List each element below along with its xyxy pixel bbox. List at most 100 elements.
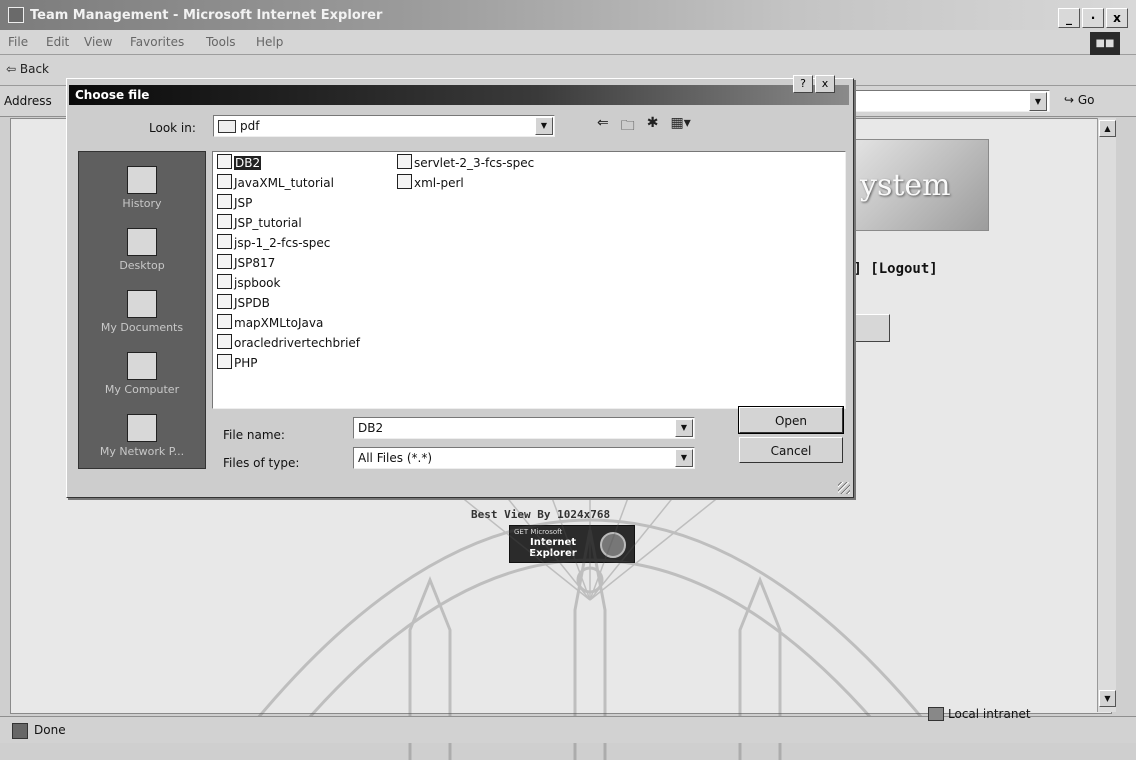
file-item[interactable]: servlet-2_3-fcs-spec (397, 154, 534, 170)
pdf-file-icon (397, 154, 412, 169)
get-ie-badge[interactable]: GET Microsoft Internet Explorer (509, 525, 635, 563)
look-in-value: pdf (240, 119, 260, 133)
file-item[interactable]: mapXMLtoJava (217, 314, 323, 330)
file-item[interactable]: JSP817 (217, 254, 275, 270)
pdf-file-icon (217, 214, 232, 229)
pdf-file-icon (217, 234, 232, 249)
best-view-text: Best View By 1024x768 (471, 508, 611, 521)
address-label: Address (4, 94, 52, 108)
file-item[interactable]: JSP_tutorial (217, 214, 302, 230)
page-button[interactable] (854, 314, 890, 342)
file-item[interactable]: JSPDB (217, 294, 270, 310)
pdf-file-icon (217, 174, 232, 189)
file-name-label: File name: (223, 428, 285, 442)
menu-file[interactable]: File (8, 35, 28, 49)
system-banner: ystem (849, 139, 989, 231)
pdf-file-icon (217, 194, 232, 209)
places-bar: History Desktop My Documents My Computer… (78, 151, 206, 469)
dialog-title: Choose file (75, 88, 150, 102)
my-computer-icon (127, 352, 157, 380)
place-my-computer[interactable]: My Computer (79, 352, 205, 396)
pdf-file-icon (397, 174, 412, 189)
open-button[interactable]: Open (738, 406, 844, 434)
intranet-zone-icon (928, 707, 944, 721)
place-desktop-label: Desktop (119, 259, 165, 272)
pdf-file-icon (217, 354, 232, 369)
place-history-label: History (122, 197, 162, 210)
go-button[interactable]: ↪ Go (1064, 93, 1095, 107)
file-name-input[interactable]: DB2 ▼ (353, 417, 695, 439)
scroll-down-arrow[interactable]: ▼ (1099, 690, 1116, 707)
dialog-nav-toolbar: ⇐ 🗀 ✱ ▦▾ (597, 115, 691, 139)
pdf-file-icon (217, 254, 232, 269)
pdf-file-icon (217, 294, 232, 309)
place-my-computer-label: My Computer (104, 383, 180, 396)
vertical-scrollbar[interactable]: ▲ ▼ (1097, 118, 1116, 712)
files-of-type-value: All Files (*.*) (358, 451, 433, 465)
up-folder-icon[interactable]: 🗀 (621, 115, 635, 139)
menu-edit[interactable]: Edit (46, 35, 69, 49)
look-in-label: Look in: (149, 121, 196, 135)
choose-file-dialog: Choose file ? x Look in: pdf ▼ ⇐ 🗀 ✱ ▦▾ … (66, 75, 854, 498)
file-item[interactable]: jsp-1_2-fcs-spec (217, 234, 330, 250)
place-my-documents[interactable]: My Documents (79, 290, 205, 334)
ie-logo-icon (600, 532, 626, 558)
dialog-help-button[interactable]: ? (793, 75, 813, 93)
browser-title: Team Management - Microsoft Internet Exp… (30, 8, 383, 23)
dialog-title-bar: Choose file (69, 85, 849, 105)
place-my-network-label: My Network P... (99, 445, 185, 458)
files-of-type-dropdown-button[interactable]: ▼ (675, 449, 693, 467)
dialog-close-button[interactable]: x (815, 75, 835, 93)
files-of-type-label: Files of type: (223, 456, 300, 470)
files-of-type-select[interactable]: All Files (*.*) ▼ (353, 447, 695, 469)
cancel-button[interactable]: Cancel (739, 437, 843, 463)
menu-favorites[interactable]: Favorites (130, 35, 184, 49)
history-icon (127, 166, 157, 194)
window-controls: _ · x (1058, 8, 1128, 28)
file-list[interactable]: DB2 JavaXML_tutorial JSP JSP_tutorial js… (212, 151, 846, 409)
file-name-dropdown-button[interactable]: ▼ (675, 419, 693, 437)
file-name-value: DB2 (358, 421, 384, 435)
place-my-network[interactable]: My Network P... (79, 414, 205, 458)
back-button[interactable]: ⇦ Back (6, 62, 49, 76)
page-done-icon (12, 723, 28, 739)
ie-app-icon (8, 7, 24, 23)
file-item[interactable]: JSP (217, 194, 252, 210)
file-item[interactable]: jspbook (217, 274, 280, 290)
home-logout-links[interactable]: e] [Logout] (845, 261, 938, 277)
resize-grip[interactable] (838, 482, 850, 494)
my-network-icon (127, 414, 157, 442)
back-arrow-icon[interactable]: ⇐ (597, 115, 609, 139)
ie-badge-line1: GET Microsoft (514, 528, 563, 536)
minimize-button[interactable]: _ (1058, 8, 1080, 28)
look-in-dropdown-button[interactable]: ▼ (535, 117, 553, 135)
file-item[interactable]: PHP (217, 354, 258, 370)
menu-tools[interactable]: Tools (206, 35, 236, 49)
place-my-documents-label: My Documents (100, 321, 184, 334)
place-desktop[interactable]: Desktop (79, 228, 205, 272)
status-bar: Done Local intranet (0, 707, 1136, 743)
windows-logo-throbber: ■■ (1090, 32, 1120, 56)
pdf-file-icon (217, 154, 232, 169)
view-menu-icon[interactable]: ▦▾ (670, 115, 690, 139)
close-button[interactable]: x (1106, 8, 1128, 28)
new-folder-icon[interactable]: ✱ (647, 115, 659, 139)
place-history[interactable]: History (79, 166, 205, 210)
file-item[interactable]: xml-perl (397, 174, 464, 190)
status-text: Done (34, 723, 66, 737)
menu-view[interactable]: View (84, 35, 112, 49)
look-in-combo[interactable]: pdf ▼ (213, 115, 555, 137)
ie-badge-line2: Internet Explorer (529, 537, 577, 559)
scroll-up-arrow[interactable]: ▲ (1099, 120, 1116, 137)
menu-help[interactable]: Help (256, 35, 283, 49)
file-item[interactable]: oracledrivertechbrief (217, 334, 360, 350)
my-documents-icon (127, 290, 157, 318)
address-dropdown-button[interactable]: ▼ (1029, 92, 1047, 111)
maximize-button[interactable]: · (1082, 8, 1104, 28)
browser-title-bar: Team Management - Microsoft Internet Exp… (0, 0, 1136, 30)
pdf-file-icon (217, 334, 232, 349)
pdf-file-icon (217, 274, 232, 289)
file-item[interactable]: JavaXML_tutorial (217, 174, 334, 190)
file-item-db2[interactable]: DB2 (217, 154, 262, 170)
desktop-icon (127, 228, 157, 256)
